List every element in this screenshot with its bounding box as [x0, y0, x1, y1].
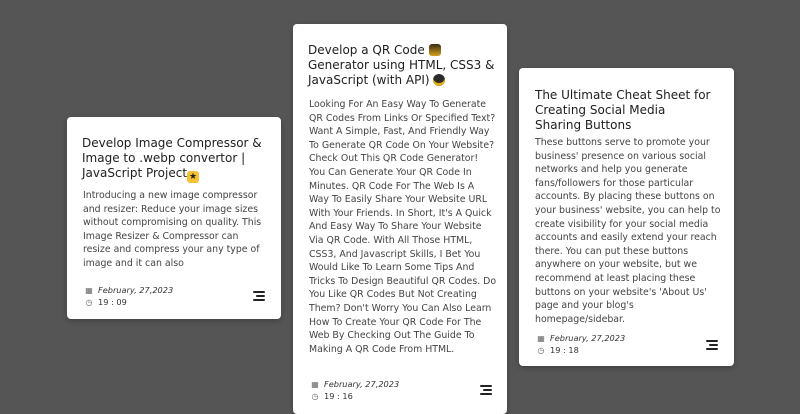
card-meta: ▦ February, 27,2023 ◷ 19 : 16 [309, 378, 399, 402]
calendar-icon: ▦ [537, 333, 545, 343]
clock-icon: ◷ [537, 345, 545, 355]
card-description: Introducing a new image compressor and r… [83, 190, 262, 269]
post-date: February, 27,2023 [98, 285, 174, 295]
card-meta: ▦ February, 27,2023 ◷ 19 : 09 [83, 284, 173, 308]
calendar-icon: ▦ [311, 379, 319, 389]
calendar-icon: ▦ [85, 285, 93, 295]
menu-icon[interactable] [706, 340, 718, 350]
card-title[interactable]: The Ultimate Cheat Sheet for Creating So… [535, 88, 715, 133]
card-title[interactable]: Develop Image Compressor & Image to .web… [82, 136, 262, 183]
chick-emoji-icon [433, 74, 446, 86]
card-meta: ▦ February, 27,2023 ◷ 19 : 18 [535, 332, 625, 356]
star-struck-emoji-icon: ★ [187, 171, 200, 183]
clock-icon: ◷ [311, 391, 319, 401]
blog-card-image-compressor[interactable]: Develop Image Compressor & Image to .web… [67, 117, 281, 319]
post-time: 19 : 18 [550, 345, 579, 355]
menu-icon[interactable] [253, 291, 265, 301]
card-description: Looking For An Easy Way To Generate QR C… [309, 99, 497, 355]
blog-card-social-sharing-buttons[interactable]: The Ultimate Cheat Sheet for Creating So… [519, 68, 734, 366]
clock-icon: ◷ [85, 297, 93, 307]
post-date: February, 27,2023 [324, 379, 400, 389]
blog-card-qr-code-generator[interactable]: Develop a QR Code Generator using HTML, … [293, 24, 507, 414]
card-title[interactable]: Develop a QR Code Generator using HTML, … [308, 43, 498, 88]
post-time: 19 : 09 [98, 297, 127, 307]
post-date: February, 27,2023 [550, 333, 626, 343]
menu-icon[interactable] [480, 385, 492, 395]
fireworks-emoji-icon [428, 44, 441, 56]
card-description: These buttons serve to promote your busi… [535, 137, 721, 325]
